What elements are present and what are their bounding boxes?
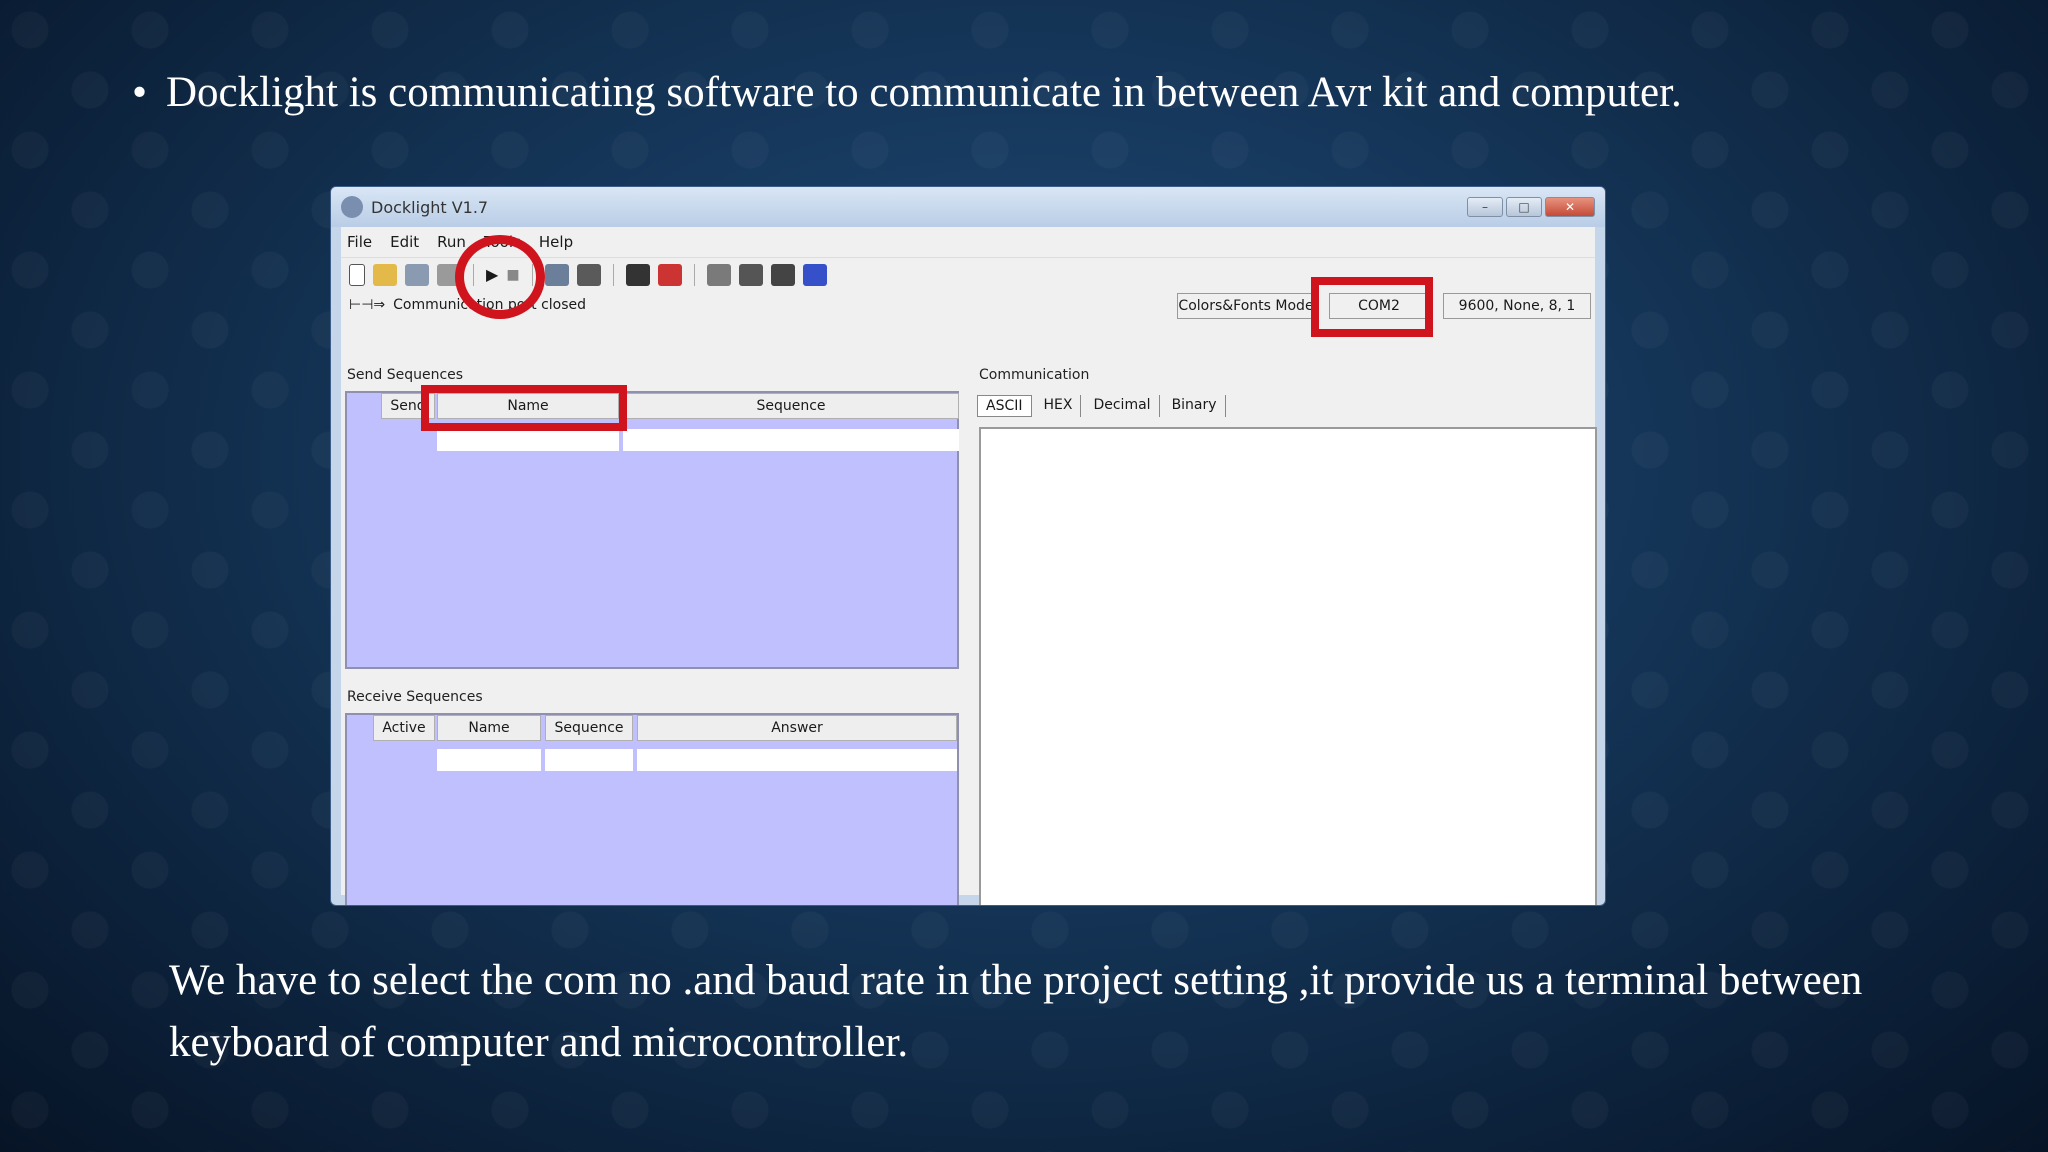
receive-sequences-grid: Active Name Sequence Answer [345,713,959,905]
binoculars-icon[interactable] [625,263,650,286]
port-connector-icon: ⊢⊣⇒ [349,297,386,313]
toolbar-separator [612,263,614,286]
window-title: Docklight V1.7 [371,197,489,217]
mode-field[interactable]: Colors&Fonts Mode [1177,293,1315,319]
name-cell-highlight [421,385,627,431]
keyboard-icon[interactable] [770,263,795,286]
communication-label: Communication [979,367,1090,383]
gear-icon[interactable] [738,263,763,286]
slide-bottom-text: We have to select the com no .and baud r… [169,957,1863,1066]
toolbar-separator [693,263,695,286]
communication-tabs: ASCII HEX Decimal Binary [977,395,1226,417]
active-column-header[interactable]: Active [373,715,435,741]
slide-bullet: • Docklight is communicating software to… [132,62,1866,124]
project-settings-icon[interactable] [544,263,569,286]
menu-help[interactable]: Help [539,233,573,251]
receive-name-cell[interactable] [437,749,541,771]
sequence-column-header[interactable]: Sequence [623,393,959,419]
app-icon [341,196,363,218]
menu-file[interactable]: File [347,233,372,251]
send-sequences-grid: Send Name Sequence [345,391,959,669]
save-icon[interactable] [405,263,429,286]
tab-binary[interactable]: Binary [1164,395,1226,417]
tab-hex[interactable]: HEX [1036,395,1082,417]
receive-name-column-header[interactable]: Name [437,715,541,741]
tools-icon[interactable] [706,263,731,286]
window-controls: – □ ✕ [1467,197,1605,217]
maximize-button[interactable]: □ [1506,197,1542,217]
com-port-highlight [1311,277,1433,337]
receive-sequence-cell[interactable] [545,749,633,771]
send-sequences-label: Send Sequences [347,367,464,383]
bullet-dot: • [132,69,148,116]
minimize-button[interactable]: – [1467,197,1503,217]
receive-sequences-label: Receive Sequences [347,689,483,705]
answer-column-header[interactable]: Answer [637,715,957,741]
title-bar: Docklight V1.7 – □ ✕ [331,187,1605,227]
communication-output[interactable] [979,427,1597,905]
tab-ascii[interactable]: ASCII [977,395,1032,417]
answer-cell[interactable] [637,749,957,771]
exit-icon[interactable] [802,263,827,286]
find-icon[interactable] [576,263,601,286]
close-button[interactable]: ✕ [1545,197,1595,217]
play-highlight-circle [455,235,545,319]
sequence-input-cell[interactable] [623,429,959,451]
menu-run[interactable]: Run [437,233,466,251]
docklight-window: Docklight V1.7 – □ ✕ File Edit Run Tools… [330,186,1606,906]
receive-sequence-column-header[interactable]: Sequence [545,715,633,741]
open-folder-icon[interactable] [373,263,397,286]
clear-icon[interactable] [657,263,682,286]
name-input-cell[interactable] [437,429,619,451]
new-file-icon[interactable] [349,263,365,286]
tab-decimal[interactable]: Decimal [1085,395,1160,417]
baud-settings-field[interactable]: 9600, None, 8, 1 [1443,293,1591,319]
bullet-text: Docklight is communicating software to c… [166,69,1682,116]
menu-edit[interactable]: Edit [390,233,419,251]
